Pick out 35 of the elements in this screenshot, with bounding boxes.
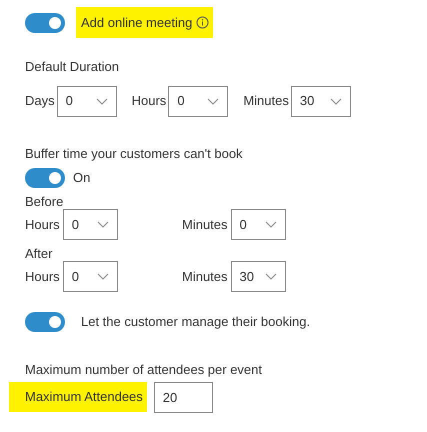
toggle-label: On [73, 169, 90, 188]
label: Add online meeting [81, 14, 192, 32]
field-label: Days [25, 92, 55, 110]
field-label: Hours [25, 268, 60, 286]
section-label: Maximum number of attendees per event [25, 361, 264, 379]
section-label: Buffer time your customers can't book [25, 144, 244, 163]
chevron-down-icon [330, 98, 342, 104]
field-label: Hours [132, 92, 166, 110]
chevron-down-icon [264, 273, 277, 280]
number-input[interactable]: 20 [154, 382, 213, 412]
chevron-down-icon [96, 221, 109, 228]
dropdown[interactable]: 0 [168, 86, 228, 116]
dropdown[interactable]: 30 [290, 86, 351, 116]
toggle-label: Let the customer manage their booking. [81, 313, 310, 332]
dropdown[interactable]: 0 [62, 209, 118, 240]
toggle-switch[interactable] [25, 312, 65, 332]
group-label: After [25, 246, 54, 261]
chevron-down-icon [96, 98, 108, 104]
highlighted-label: Maximum Attendees [9, 382, 147, 412]
chevron-down-icon [96, 273, 109, 280]
dropdown[interactable]: 30 [230, 261, 286, 292]
field-label: Hours [25, 216, 60, 234]
group-label: Before [25, 194, 64, 209]
chevron-down-icon [207, 98, 220, 104]
dropdown[interactable]: 0 [62, 261, 118, 292]
toggle-switch[interactable] [25, 12, 65, 32]
field-label: Minutes [182, 268, 228, 286]
dropdown[interactable]: 0 [230, 209, 286, 240]
section-label: Default Duration [25, 58, 120, 76]
toggle-switch[interactable] [25, 168, 65, 188]
field-label: Minutes [243, 92, 289, 110]
chevron-down-icon [264, 221, 277, 228]
field-label: Minutes [182, 216, 228, 234]
dropdown[interactable]: 0 [56, 86, 117, 116]
info-icon[interactable] [196, 16, 210, 29]
